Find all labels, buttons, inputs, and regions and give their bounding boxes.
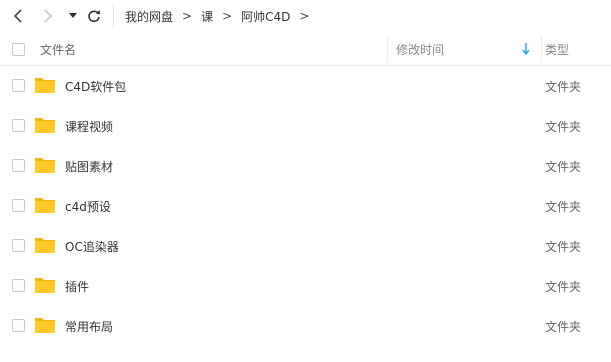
toolbar: 我的网盘 > 课 > 阿帅C4D > [0, 0, 611, 32]
folder-icon [35, 318, 55, 333]
breadcrumb-item-current[interactable]: 阿帅C4D [241, 8, 290, 25]
row-checkbox[interactable] [12, 319, 25, 332]
row-checkbox[interactable] [12, 199, 25, 212]
file-row[interactable]: 贴图素材 文件夹 [0, 146, 611, 186]
file-list-header: 文件名 修改时间 类型 [0, 32, 611, 66]
file-row[interactable]: 常用布局 文件夹 [0, 306, 611, 346]
forward-button[interactable] [38, 6, 58, 26]
file-type: 文件夹 [545, 120, 582, 134]
folder-icon [35, 278, 55, 293]
chevron-left-icon [13, 9, 22, 23]
sort-down-icon[interactable] [521, 42, 531, 56]
file-name[interactable]: 贴图素材 [65, 158, 113, 175]
folder-icon [35, 118, 55, 133]
folder-icon [35, 238, 55, 253]
file-name[interactable]: 常用布局 [65, 318, 113, 335]
file-row[interactable]: 插件 文件夹 [0, 266, 611, 306]
row-checkbox[interactable] [12, 279, 25, 292]
row-checkbox[interactable] [12, 239, 25, 252]
row-checkbox[interactable] [12, 119, 25, 132]
file-type: 文件夹 [545, 240, 582, 254]
refresh-icon [88, 10, 101, 23]
file-type: 文件夹 [545, 200, 582, 214]
toolbar-divider [113, 5, 114, 27]
select-all-checkbox[interactable] [12, 43, 25, 56]
file-type: 文件夹 [545, 320, 582, 334]
caret-down-icon [69, 13, 77, 18]
refresh-button[interactable] [84, 6, 104, 26]
breadcrumb-separator: > [182, 9, 193, 23]
folder-icon [35, 198, 55, 213]
folder-icon [35, 158, 55, 173]
chevron-right-icon [44, 9, 53, 23]
file-name[interactable]: C4D软件包 [65, 78, 126, 95]
column-divider[interactable] [387, 36, 388, 62]
back-button[interactable] [8, 6, 28, 26]
breadcrumb-separator: > [299, 9, 310, 23]
breadcrumb-item-course[interactable]: 课 [201, 8, 213, 25]
file-name[interactable]: 课程视频 [65, 118, 113, 135]
row-checkbox[interactable] [12, 79, 25, 92]
breadcrumb-separator: > [222, 9, 233, 23]
history-dropdown-button[interactable] [63, 6, 83, 26]
file-row[interactable]: c4d预设 文件夹 [0, 186, 611, 226]
column-header-type[interactable]: 类型 [545, 41, 569, 58]
file-type: 文件夹 [545, 160, 582, 174]
column-header-mtime[interactable]: 修改时间 [396, 41, 444, 58]
column-divider[interactable] [541, 36, 542, 62]
file-name[interactable]: 插件 [65, 278, 89, 295]
file-row[interactable]: OC追染器 文件夹 [0, 226, 611, 266]
folder-icon [35, 78, 55, 93]
row-checkbox[interactable] [12, 159, 25, 172]
column-header-name[interactable]: 文件名 [40, 41, 76, 58]
breadcrumb-item-root[interactable]: 我的网盘 [125, 8, 173, 25]
file-type: 文件夹 [545, 280, 582, 294]
file-name[interactable]: c4d预设 [65, 198, 111, 215]
file-row[interactable]: C4D软件包 文件夹 [0, 66, 611, 106]
file-row[interactable]: 课程视频 文件夹 [0, 106, 611, 146]
file-type: 文件夹 [545, 80, 582, 94]
file-name[interactable]: OC追染器 [65, 238, 119, 255]
breadcrumb: 我的网盘 > 课 > 阿帅C4D > [125, 7, 318, 25]
